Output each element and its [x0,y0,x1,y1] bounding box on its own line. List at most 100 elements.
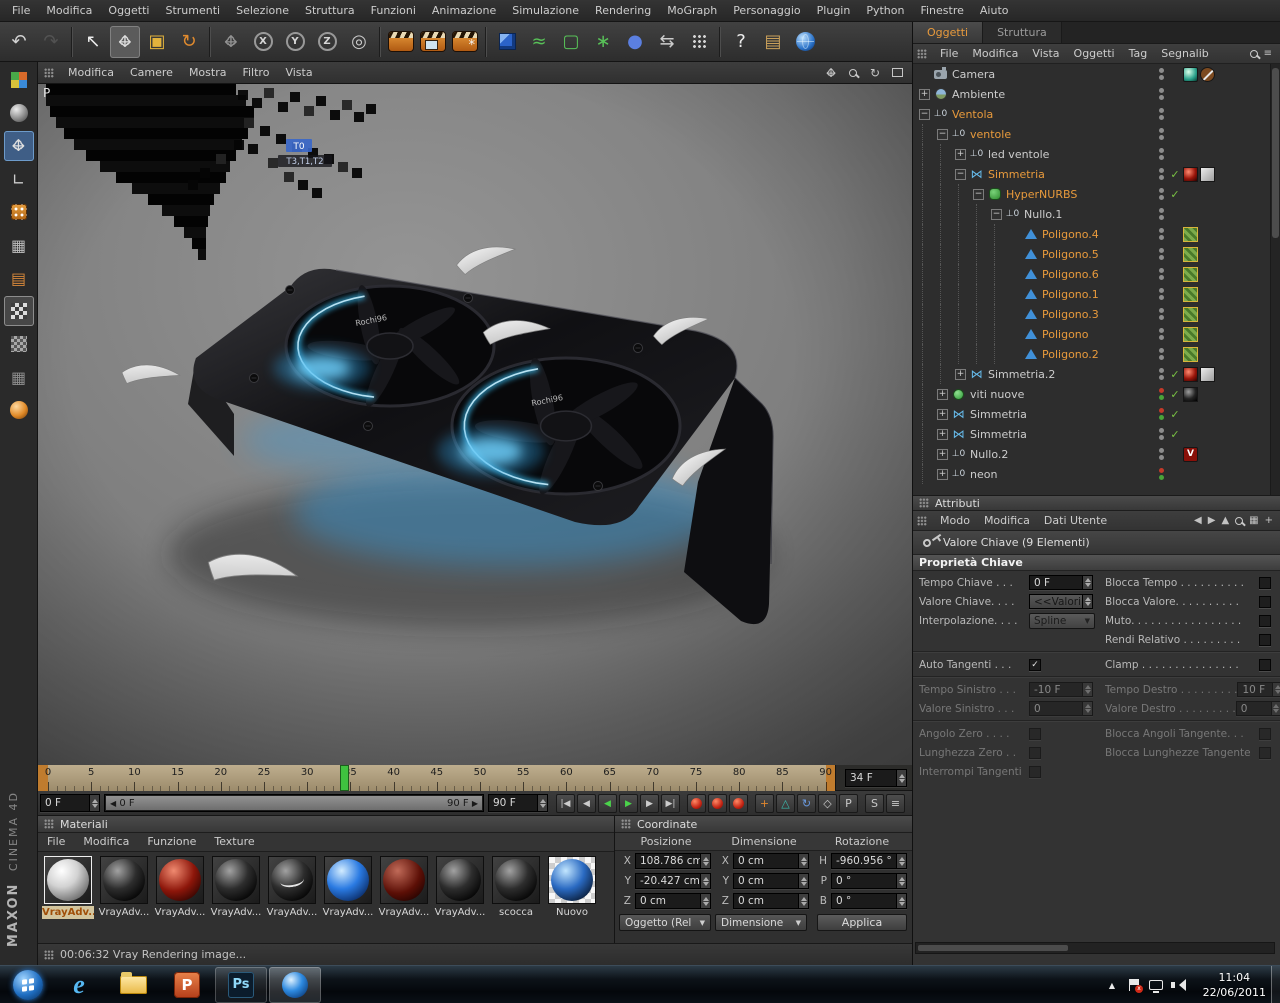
visibility-dots[interactable] [1155,208,1167,220]
expander-plus-icon[interactable]: + [919,88,930,100]
internet-explorer-taskbar-button[interactable]: e [53,967,105,1003]
dimension-z-field[interactable]: 0 cm [733,893,809,909]
visibility-dots[interactable] [1155,468,1167,480]
enabled-check-icon[interactable]: ✓ [1167,368,1183,381]
slider-left-arrow[interactable]: ◀ [110,799,116,808]
expander-plus-icon[interactable]: + [937,468,948,480]
expander-minus-icon[interactable]: − [955,168,966,180]
menubar-item-aiuto[interactable]: Aiuto [972,0,1017,21]
visibility-dots[interactable] [1155,168,1167,180]
texture-tag-icon[interactable] [1183,246,1198,262]
visibility-dots[interactable] [1155,408,1167,420]
menubar-item-file[interactable]: File [4,0,38,21]
grip-icon[interactable] [44,819,54,829]
menubar-item-rendering[interactable]: Rendering [587,0,659,21]
object-menu-segnalib[interactable]: Segnalib [1154,44,1216,63]
viewport-menu-camere[interactable]: Camere [122,62,181,83]
record-rotation-button[interactable]: ↻ [797,794,816,813]
online-updater-button[interactable] [790,26,820,58]
section-header[interactable]: Proprietà Chiave [913,555,1280,571]
position-y-field[interactable]: -20.427 cm [635,873,711,889]
texture-tag-icon[interactable] [1183,286,1198,302]
viewport-maximize-icon[interactable] [888,65,906,81]
field-spinner[interactable] [1272,683,1280,696]
points-mode-button[interactable]: ▦ [4,230,34,260]
checkbox[interactable] [1259,595,1271,608]
current-frame-spinner[interactable] [896,770,906,786]
texture-axis-mode-button[interactable] [4,329,34,359]
last-used-tool-button[interactable]: ↔ ↕ [216,26,246,58]
tree-item-ambiente[interactable]: + Ambiente [913,84,1271,104]
checkbox[interactable] [1259,658,1271,671]
record-position-button[interactable]: + [755,794,774,813]
menubar-item-finestre[interactable]: Finestre [912,0,971,21]
range-start-spinner[interactable] [89,795,99,811]
start-taskbar-button[interactable] [5,967,51,1003]
enabled-check-icon[interactable]: ✓ [1167,428,1183,441]
viewport-menu-vista[interactable]: Vista [277,62,320,83]
cinema4d-taskbar-button[interactable] [269,966,321,1003]
checkbox[interactable] [1029,765,1041,778]
visibility-dots[interactable] [1155,268,1167,280]
material-thumbnail[interactable] [100,856,148,904]
object-menu-modifica[interactable]: Modifica [965,44,1025,63]
materials-menu-texture[interactable]: Texture [205,833,263,851]
undo-button[interactable]: ↶ [4,26,34,58]
viewport-menu-mostra[interactable]: Mostra [181,62,235,83]
filter-icon[interactable]: ≡ [1264,48,1272,59]
add-cube-object-button[interactable] [492,26,522,58]
menubar-item-python[interactable]: Python [858,0,912,21]
tree-item-poligono[interactable]: Poligono [913,324,1271,344]
material-tag-gray[interactable] [1200,166,1215,182]
checkbox[interactable] [1259,633,1271,646]
tree-item-poligono-4[interactable]: Poligono.4 [913,224,1271,244]
render-settings-button[interactable] [450,26,480,58]
apply-button[interactable]: Applica [817,914,907,931]
tab-oggetti[interactable]: Oggetti [913,22,984,43]
texture-tag-icon[interactable] [1183,226,1198,242]
checkbox[interactable] [1259,614,1271,627]
menubar-item-strumenti[interactable]: Strumenti [157,0,228,21]
hidden-icons-tray-icon[interactable]: ▲ [1102,966,1122,1003]
material-vrayadv[interactable]: VrayAdv... [208,856,264,919]
expander-plus-icon[interactable]: + [937,388,948,400]
tree-item-hypernurbs[interactable]: − HyperNURBS ✓ [913,184,1271,204]
enabled-check-icon[interactable]: ✓ [1167,188,1183,201]
live-selection-button[interactable]: ↖ [78,26,108,58]
help-button[interactable]: ? [726,26,756,58]
goto-end-button[interactable]: ▶| [661,794,680,813]
menubar-item-plugin[interactable]: Plugin [809,0,859,21]
tree-item-viti-nuove[interactable]: + viti nuove ✓ [913,384,1271,404]
range-slider-handle[interactable]: ◀ 0 F 90 F ▶ [106,796,482,810]
record-scale-button[interactable]: △ [776,794,795,813]
next-frame-button[interactable]: ▶ [640,794,659,813]
move-tool-button[interactable]: ↔ ↕ [110,25,140,58]
model-mode-button[interactable]: ↔ ↕ [3,131,34,161]
range-end-field[interactable]: 90 F [488,794,548,812]
texture-tag-icon[interactable] [1183,326,1198,342]
texture-tag-icon[interactable] [1183,266,1198,282]
position-z-field[interactable]: 0 cm [635,893,711,909]
layout-icon[interactable]: ▦ [1249,515,1258,526]
visibility-dots[interactable] [1155,188,1167,200]
tree-item-simmetria[interactable]: + ⋈ Simmetria ✓ [913,424,1271,444]
expander-plus-icon[interactable]: + [955,368,966,380]
field-spinner[interactable] [1082,683,1092,696]
visibility-dots[interactable] [1155,108,1167,120]
rotation-h-field[interactable]: -960.956 ° [831,853,907,869]
value-field[interactable]: 0 [1235,701,1280,716]
record-keyframe-button[interactable] [687,794,706,813]
attributes-menu-modifica[interactable]: Modifica [977,511,1037,530]
render-view-button[interactable] [386,26,416,58]
tree-item-nullo-1[interactable]: − ⊥0 Nullo.1 [913,204,1271,224]
texture-tag-icon[interactable] [1183,306,1198,322]
lock-z-axis-button[interactable]: Z [312,26,342,58]
field-spinner[interactable] [700,874,710,888]
materials-menu-file[interactable]: File [38,833,74,851]
play-backwards-button[interactable]: ◀ [598,794,617,813]
search-icon[interactable] [1249,49,1258,58]
material-tag-red[interactable] [1183,166,1198,182]
current-frame-field[interactable]: 34 F [845,769,907,787]
visibility-dots[interactable] [1155,328,1167,340]
layout-switch-button[interactable] [4,65,34,95]
